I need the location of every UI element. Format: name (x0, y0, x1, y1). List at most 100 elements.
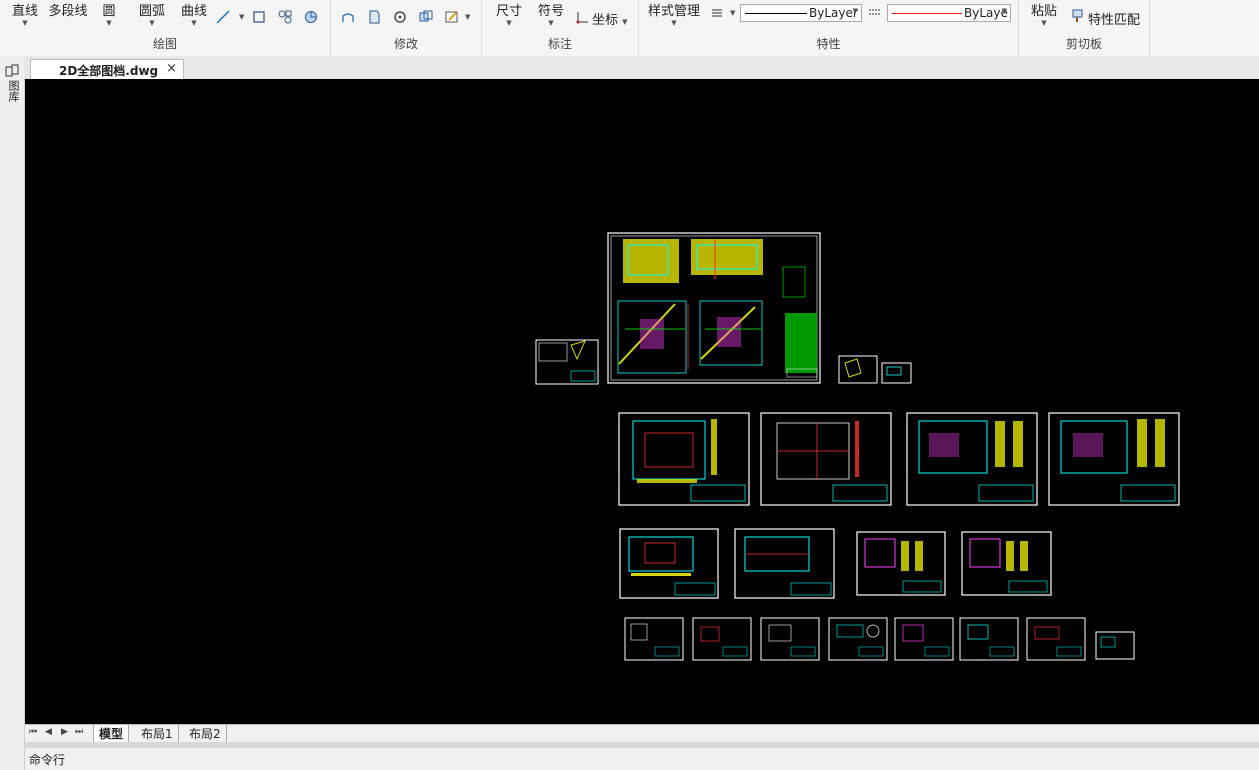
match-properties-icon (1072, 9, 1083, 22)
polyline-button[interactable]: 多段线 (46, 0, 90, 19)
color-preview (892, 13, 962, 14)
chevron-down-icon: ▼ (671, 19, 677, 27)
properties-group-label: 特性 (816, 37, 841, 51)
chevron-down-icon: ▼ (106, 19, 112, 27)
drawing-thumbnails (535, 232, 1180, 661)
rectangle-icon[interactable] (252, 10, 266, 24)
sheet-small-right[interactable] (881, 362, 912, 384)
line-label: 直线 (11, 4, 38, 19)
chevron-down-icon: ▼ (1001, 7, 1007, 15)
edit-icon[interactable] (445, 10, 459, 24)
chevron-down-icon: ▼ (730, 9, 736, 17)
document-tab-bar: 2D全部图档.dwg × (24, 56, 1259, 80)
chevron-down-icon: ▼ (852, 7, 858, 15)
linescale-icon[interactable] (868, 6, 882, 20)
modify-group-label: 修改 (393, 37, 418, 51)
clipboard-group-label: 剪切板 (1065, 37, 1102, 51)
coordinate-label: 坐标 (592, 13, 619, 28)
chevron-down-icon: ▼ (22, 19, 28, 27)
construction-line-icon[interactable] (216, 10, 230, 24)
last-tab-icon[interactable]: ⏭ (75, 727, 83, 737)
library-panel-label: 图库 (7, 80, 20, 102)
stretch-icon[interactable] (367, 10, 381, 24)
chevron-down-icon: ▼ (191, 19, 197, 27)
dimension-button[interactable]: 尺寸 ▼ (494, 0, 524, 28)
pattern-icon[interactable] (278, 10, 292, 24)
arc-button[interactable]: 圆弧 ▼ (136, 0, 168, 28)
tab-layout2[interactable]: 布局2 (184, 725, 227, 742)
command-line-label: 命令行 (29, 753, 66, 767)
style-manager-button[interactable]: 样式管理 ▼ (645, 0, 703, 28)
draw-group-label: 绘图 (152, 37, 177, 51)
linetype-preview (745, 13, 807, 14)
sheet-row4-7[interactable] (1026, 617, 1086, 661)
prev-tab-icon[interactable]: ◀ (45, 727, 52, 737)
chevron-down-icon: ▼ (465, 13, 471, 21)
dimension-label: 尺寸 (495, 4, 522, 19)
next-tab-icon[interactable]: ▶ (61, 727, 68, 737)
polyline-label: 多段线 (48, 4, 88, 19)
ribbon-group-draw: 直线 ▼ 多段线 圆 ▼ 圆弧 ▼ 曲线 ▼ ▼ 绘图 (0, 0, 331, 56)
library-icon (5, 64, 19, 77)
color-dropdown[interactable]: ByLaye ▼ (887, 4, 1011, 22)
tab-model[interactable]: 模型 (93, 725, 130, 742)
rotate-icon[interactable] (393, 10, 407, 24)
sheet-row4-6[interactable] (959, 617, 1019, 661)
sheet-row3-2[interactable] (734, 528, 835, 599)
ribbon-group-clipboard: 粘贴 ▼ 特性匹配 剪切板 (1019, 0, 1150, 56)
drawing-canvas[interactable] (25, 79, 1259, 724)
paste-label: 粘贴 (1030, 4, 1057, 19)
sheet-row4-5[interactable] (894, 617, 954, 661)
coordinate-icon (576, 12, 588, 24)
ribbon-group-annotate: 尺寸 ▼ 符号 ▼ 坐标 ▼ 标注 (482, 0, 639, 56)
match-properties-button[interactable]: 特性匹配 (1088, 9, 1140, 28)
sheet-row3-3[interactable] (856, 531, 946, 596)
sheet-row4-2[interactable] (692, 617, 752, 661)
linetype-value: ByLayer (809, 6, 858, 20)
match-properties-label: 特性匹配 (1088, 13, 1141, 28)
sheet-row2-3[interactable] (906, 412, 1038, 506)
symbol-label: 符号 (537, 4, 564, 19)
coordinate-button[interactable]: 坐标 ▼ (592, 9, 628, 28)
sheet-row4-8[interactable] (1095, 631, 1135, 660)
paste-button[interactable]: 粘贴 ▼ (1029, 0, 1059, 28)
chevron-down-icon: ▼ (506, 19, 512, 27)
sheet-row4-3[interactable] (760, 617, 820, 661)
sheet-row2-4[interactable] (1048, 412, 1180, 506)
sheet-small-left[interactable] (535, 339, 599, 385)
lineweight-icon[interactable] (710, 6, 724, 20)
region-icon[interactable] (304, 10, 318, 24)
copy-icon[interactable] (419, 10, 433, 24)
chevron-down-icon: ▼ (1041, 19, 1047, 27)
close-icon[interactable]: × (166, 61, 177, 76)
sheet-row2-1[interactable] (618, 412, 750, 506)
library-panel-strip[interactable]: 图库 (0, 56, 25, 770)
sheet-row4-4[interactable] (828, 617, 888, 661)
first-tab-icon[interactable]: ⏮ (29, 727, 37, 737)
sheet-row3-1[interactable] (619, 528, 719, 599)
sheet-row2-2[interactable] (760, 412, 892, 506)
symbol-button[interactable]: 符号 ▼ (536, 0, 566, 28)
sheet-small-mid[interactable] (838, 355, 878, 384)
sheet-assembly[interactable] (607, 232, 821, 384)
circle-button[interactable]: 圆 ▼ (98, 0, 120, 28)
document-tab[interactable]: 2D全部图档.dwg × (30, 59, 184, 79)
curve-button[interactable]: 曲线 ▼ (178, 0, 210, 28)
arc-label: 圆弧 (138, 4, 165, 19)
chevron-down-icon: ▼ (548, 19, 554, 27)
style-manager-label: 样式管理 (647, 4, 700, 19)
document-tab-title: 2D全部图档.dwg (59, 64, 159, 78)
ribbon: 直线 ▼ 多段线 圆 ▼ 圆弧 ▼ 曲线 ▼ ▼ 绘图 ▼ 修改 尺寸 ▼ 符号… (0, 0, 1259, 57)
ribbon-group-modify: ▼ 修改 (331, 0, 482, 56)
offset-icon[interactable] (341, 10, 355, 24)
sheet-row3-4[interactable] (961, 531, 1052, 596)
annotate-group-label: 标注 (547, 37, 572, 51)
tab-layout1[interactable]: 布局1 (136, 725, 179, 742)
linetype-dropdown[interactable]: ByLayer ▼ (740, 4, 862, 22)
ribbon-group-properties: 样式管理 ▼ ▼ ByLayer ▼ ByLaye ▼ 特性 (639, 0, 1019, 56)
chevron-down-icon: ▼ (149, 19, 155, 27)
sheet-row4-1[interactable] (624, 617, 684, 661)
chevron-down-icon: ▼ (622, 18, 628, 26)
command-line[interactable]: 命令行 (25, 748, 1259, 770)
line-button[interactable]: 直线 ▼ (8, 0, 42, 28)
